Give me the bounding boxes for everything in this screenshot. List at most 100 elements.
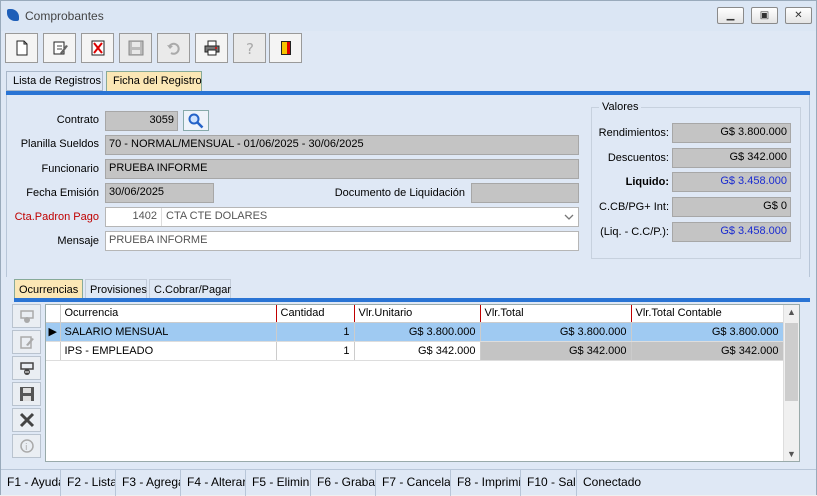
cell-vlr-total[interactable]: G$ 3.800.000 <box>480 322 632 342</box>
liquido-value: G$ 3.458.000 <box>672 172 791 192</box>
detail-tab-underline <box>14 298 810 302</box>
rendimientos-value: G$ 3.800.000 <box>672 123 791 143</box>
liq-ccp-value: G$ 3.458.000 <box>672 222 791 242</box>
status-f5-eliminar[interactable]: F5 - Eliminar <box>246 470 311 496</box>
maximize-button[interactable]: ▣ <box>751 7 778 24</box>
grid-edit-button[interactable] <box>12 330 41 354</box>
descuentos-value: G$ 342.000 <box>672 148 791 168</box>
documento-liquidacion-label: Documento de Liquidación <box>334 187 465 199</box>
column-header-vlr-total[interactable]: Vlr.Total <box>480 305 632 323</box>
mensaje-field[interactable]: PRUEBA INFORME <box>105 231 579 251</box>
edit-row-icon <box>20 336 34 349</box>
edit-button[interactable] <box>43 33 76 63</box>
column-header-ocurrencia[interactable]: Ocurrencia <box>60 305 277 323</box>
ccb-pg-int-value: G$ 0 <box>672 197 791 217</box>
status-f8-imprimir[interactable]: F8 - Imprimir <box>451 470 521 496</box>
status-f2-lista[interactable]: F2 - Lista <box>61 470 116 496</box>
cell-vlr-total-contable[interactable]: G$ 3.800.000 <box>631 322 784 342</box>
close-button[interactable]: ✕ <box>785 7 812 24</box>
status-f3-agregar[interactable]: F3 - Agregar <box>116 470 181 496</box>
scroll-up-icon[interactable]: ▲ <box>787 307 796 317</box>
mensaje-label: Mensaje <box>57 235 99 247</box>
row-marker <box>46 341 61 361</box>
grid-info-button[interactable]: i <box>12 434 41 458</box>
grid-cancel-button[interactable] <box>12 408 41 432</box>
table-row[interactable]: ▶ SALARIO MENSUAL 1 G$ 3.800.000 G$ 3.80… <box>46 322 784 342</box>
scroll-down-icon[interactable]: ▼ <box>787 449 796 459</box>
minimize-button[interactable]: ▁ <box>717 7 744 24</box>
liquido-label: Liquido: <box>625 176 669 188</box>
ccb-pg-int-label: C.CB/PG+ Int: <box>599 201 669 213</box>
tab-c-cobrar-pagar[interactable]: C.Cobrar/Pagar <box>149 279 231 299</box>
tab-provisiones[interactable]: Provisiones <box>85 279 147 299</box>
save-disk-icon <box>128 40 144 56</box>
svg-text:i: i <box>25 443 28 453</box>
grid-side-toolbar: i <box>12 302 42 464</box>
scroll-thumb[interactable] <box>785 323 798 401</box>
search-icon <box>188 113 204 129</box>
grid-save-button[interactable] <box>12 382 41 406</box>
help-button[interactable]: ? <box>233 33 266 63</box>
fecha-emision-label: Fecha Emisión <box>26 187 99 199</box>
tab-lista-de-registros[interactable]: Lista de Registros <box>6 71 103 91</box>
app-window: Comprobantes ▁ ▣ ✕ ? Lista de Registros … <box>0 0 817 496</box>
title-bar[interactable]: Comprobantes ▁ ▣ ✕ <box>1 1 816 31</box>
delete-button[interactable] <box>81 33 114 63</box>
table-row[interactable]: IPS - EMPLEADO 1 G$ 342.000 G$ 342.000 G… <box>46 341 784 361</box>
undo-icon <box>167 42 180 55</box>
cell-vlr-total-contable[interactable]: G$ 342.000 <box>631 341 784 361</box>
grid-remove-button[interactable] <box>12 356 41 380</box>
delete-document-icon <box>91 40 105 56</box>
new-button[interactable] <box>5 33 38 63</box>
status-f4-alterar[interactable]: F4 - Alterar <box>181 470 246 496</box>
documento-liquidacion-field[interactable] <box>471 183 579 203</box>
printer-icon <box>204 40 220 56</box>
connection-status: Conectado <box>583 475 642 489</box>
funcionario-label: Funcionario <box>41 163 99 175</box>
toolbar: ? <box>5 33 302 63</box>
cta-padron-pago-label: Cta.Padron Pago <box>14 211 99 223</box>
remove-row-icon <box>20 362 34 375</box>
chevron-down-icon <box>564 214 574 220</box>
cell-ocurrencia[interactable]: IPS - EMPLEADO <box>60 341 277 361</box>
cta-padron-pago-select[interactable]: 1402 CTA CTE DOLARES <box>105 207 579 227</box>
add-row-icon <box>20 310 34 323</box>
cell-cantidad[interactable]: 1 <box>276 341 355 361</box>
tab-ficha-del-registro[interactable]: Ficha del Registro <box>106 71 202 92</box>
ocurrencias-grid: Ocurrencia Cantidad Vlr.Unitario Vlr.Tot… <box>45 304 800 462</box>
grid-vertical-scrollbar[interactable]: ▲ ▼ <box>783 305 799 461</box>
contrato-field[interactable]: 3059 <box>105 111 178 131</box>
column-header-vlr-total-contable[interactable]: Vlr.Total Contable <box>631 305 784 323</box>
ocurrencias-table: Ocurrencia Cantidad Vlr.Unitario Vlr.Tot… <box>46 305 784 361</box>
print-button[interactable] <box>195 33 228 63</box>
grid-add-button[interactable] <box>12 304 41 328</box>
column-header-cantidad[interactable]: Cantidad <box>276 305 355 323</box>
status-f1-ayuda[interactable]: F1 - Ayuda <box>1 470 61 496</box>
rendimientos-label: Rendimientos: <box>598 127 669 139</box>
save-disk-icon <box>20 387 34 401</box>
exit-button[interactable] <box>269 33 302 63</box>
cell-vlr-unitario[interactable]: G$ 342.000 <box>354 341 481 361</box>
column-header-vlr-unitario[interactable]: Vlr.Unitario <box>354 305 481 323</box>
edit-document-icon <box>53 41 68 55</box>
tab-ocurrencias[interactable]: Ocurrencias <box>14 279 83 299</box>
status-f6-grabar[interactable]: F6 - Grabar <box>311 470 376 496</box>
funcionario-field[interactable]: PRUEBA INFORME <box>105 159 579 179</box>
cell-ocurrencia[interactable]: SALARIO MENSUAL <box>60 322 277 342</box>
planilla-label: Planilla Sueldos <box>20 138 99 150</box>
svg-text:?: ? <box>246 40 254 57</box>
cell-vlr-total[interactable]: G$ 342.000 <box>480 341 632 361</box>
valores-title: Valores <box>599 101 642 113</box>
descuentos-label: Descuentos: <box>607 152 669 164</box>
contrato-search-button[interactable] <box>183 110 209 131</box>
undo-button[interactable] <box>157 33 190 63</box>
planilla-field[interactable]: 70 - NORMAL/MENSUAL - 01/06/2025 - 30/06… <box>105 135 579 155</box>
fecha-emision-field[interactable]: 30/06/2025 <box>105 183 214 203</box>
cell-cantidad[interactable]: 1 <box>276 322 355 342</box>
status-f7-cancelar[interactable]: F7 - Cancelar <box>376 470 451 496</box>
status-f10-salir[interactable]: F10 - Salir <box>521 470 577 496</box>
cell-vlr-unitario[interactable]: G$ 3.800.000 <box>354 322 481 342</box>
cta-padron-code: 1402 <box>106 208 162 226</box>
status-bar: F1 - Ayuda F2 - Lista F3 - Agregar F4 - … <box>1 469 816 496</box>
save-button[interactable] <box>119 33 152 63</box>
